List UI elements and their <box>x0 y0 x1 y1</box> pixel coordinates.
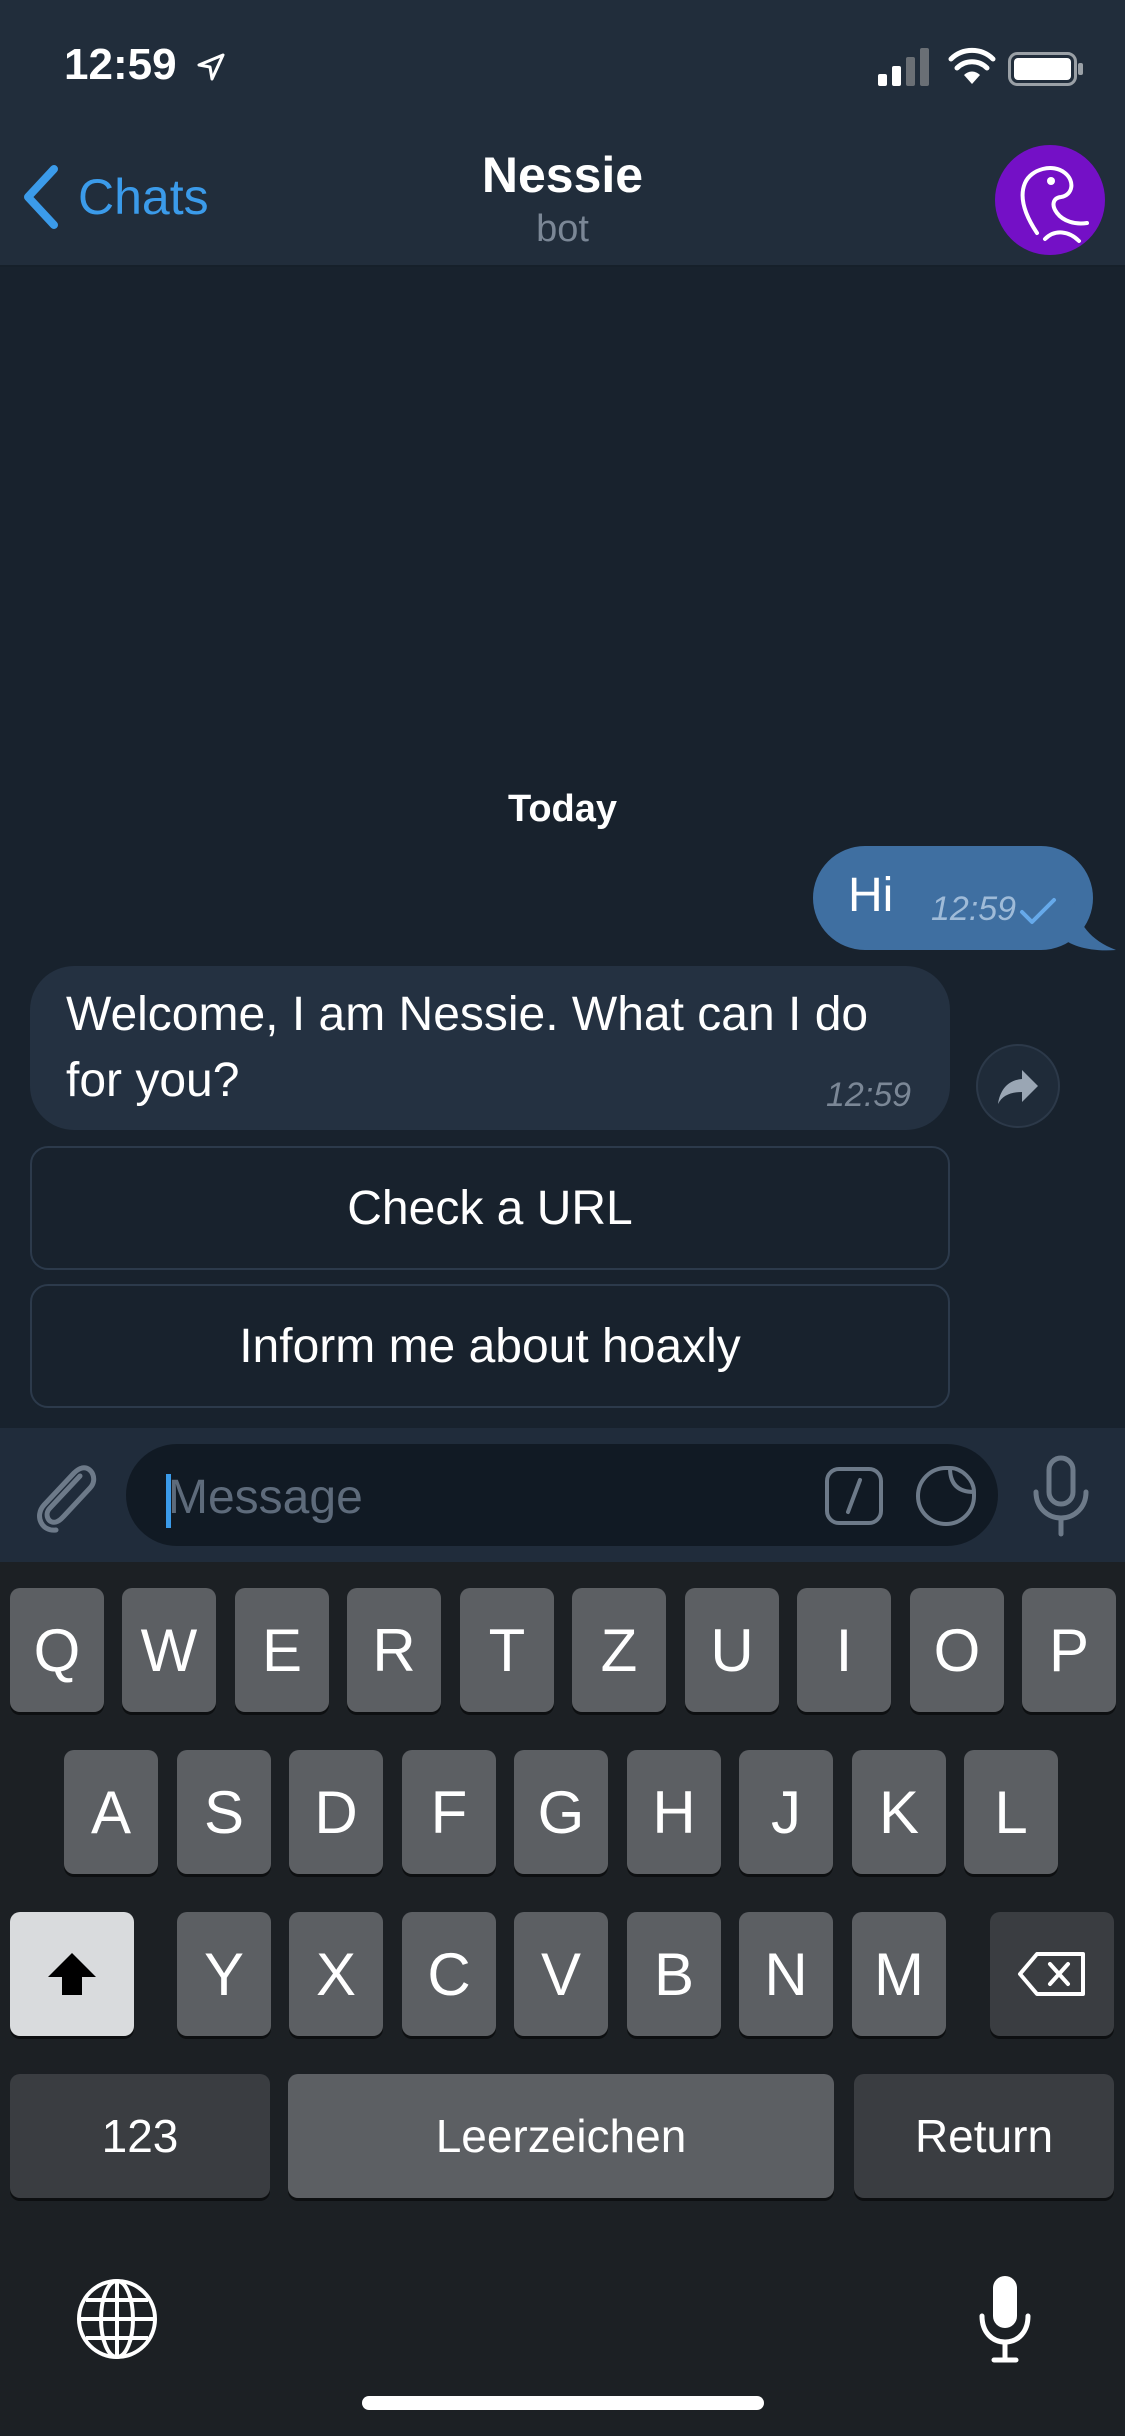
sticker-icon[interactable] <box>914 1464 978 1528</box>
key-x[interactable]: X <box>289 1912 383 2036</box>
slash-command-icon[interactable] <box>824 1466 884 1526</box>
key-t[interactable]: T <box>460 1588 554 1712</box>
key-l[interactable]: L <box>964 1750 1058 1874</box>
key-h[interactable]: H <box>627 1750 721 1874</box>
key-k[interactable]: K <box>852 1750 946 1874</box>
microphone-icon[interactable] <box>1028 1454 1094 1538</box>
outgoing-message-time: 12:59 <box>931 890 1017 928</box>
incoming-message-text: Welcome, I am Nessie. What can I do for … <box>66 988 869 1107</box>
key-z[interactable]: Z <box>572 1588 666 1712</box>
dictation-icon[interactable] <box>976 2272 1034 2366</box>
key-f[interactable]: F <box>402 1750 496 1874</box>
shift-key[interactable] <box>10 1912 134 2036</box>
outgoing-message-text: Hi <box>848 869 894 922</box>
key-r[interactable]: R <box>347 1588 441 1712</box>
date-label: Today <box>507 788 618 830</box>
bubble-tail <box>1060 900 1116 951</box>
chat-subtitle: bot <box>536 208 589 250</box>
status-time: 12:59 <box>64 40 177 89</box>
chat-title[interactable]: Nessie <box>0 146 1125 204</box>
inline-button-inform-hoaxly[interactable]: Inform me about hoaxly <box>30 1284 950 1408</box>
key-g[interactable]: G <box>514 1750 608 1874</box>
key-p[interactable]: P <box>1022 1588 1116 1712</box>
key-s[interactable]: S <box>177 1750 271 1874</box>
avatar[interactable] <box>995 145 1105 255</box>
nessie-avatar <box>1020 166 1089 243</box>
key-b[interactable]: B <box>627 1912 721 2036</box>
globe-icon[interactable] <box>74 2276 160 2362</box>
return-key[interactable]: Return <box>854 2074 1114 2198</box>
share-button[interactable] <box>976 1044 1060 1128</box>
battery-icon <box>1008 52 1083 86</box>
space-key[interactable]: Leerzeichen <box>288 2074 834 2198</box>
check-icon <box>1020 898 1056 924</box>
share-icon <box>998 1070 1038 1104</box>
key-w[interactable]: W <box>122 1588 216 1712</box>
key-i[interactable]: I <box>797 1588 891 1712</box>
key-u[interactable]: U <box>685 1588 779 1712</box>
paperclip-icon[interactable] <box>28 1458 100 1534</box>
key-q[interactable]: Q <box>10 1588 104 1712</box>
message-input[interactable] <box>166 1464 770 1530</box>
key-d[interactable]: D <box>289 1750 383 1874</box>
key-y[interactable]: Y <box>177 1912 271 2036</box>
backspace-key[interactable] <box>990 1912 1114 2036</box>
key-j[interactable]: J <box>739 1750 833 1874</box>
shift-icon <box>48 1953 96 1995</box>
location-arrow-icon <box>197 53 225 81</box>
backspace-icon <box>1018 1952 1085 1996</box>
home-indicator <box>362 2396 764 2410</box>
incoming-message-time: 12:59 <box>826 1076 912 1114</box>
key-e[interactable]: E <box>235 1588 329 1712</box>
key-n[interactable]: N <box>739 1912 833 2036</box>
key-o[interactable]: O <box>910 1588 1004 1712</box>
signal-icon <box>878 48 929 86</box>
keyboard: Q W E R T Z U I O P A S D F G H J K L Y … <box>0 1562 1125 2436</box>
inline-button-check-url[interactable]: Check a URL <box>30 1146 950 1270</box>
key-m[interactable]: M <box>852 1912 946 2036</box>
key-a[interactable]: A <box>64 1750 158 1874</box>
key-v[interactable]: V <box>514 1912 608 2036</box>
numbers-key[interactable]: 123 <box>10 2074 270 2198</box>
key-c[interactable]: C <box>402 1912 496 2036</box>
wifi-icon <box>948 47 996 84</box>
chat-header: 12:59 Chats Nessie bot <box>0 0 1125 267</box>
